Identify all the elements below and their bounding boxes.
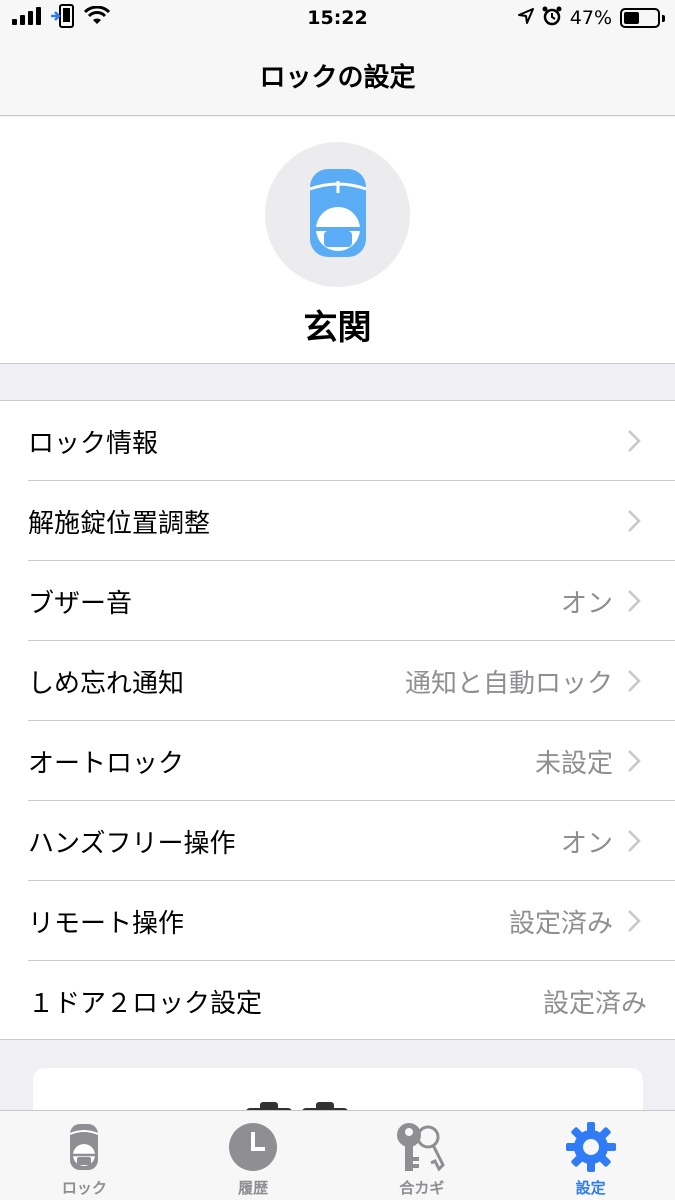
chevron-right-icon (627, 748, 647, 774)
status-right: 47% (517, 6, 665, 31)
tab-label: 設定 (575, 1179, 606, 1197)
setting-label: 解施錠位置調整 (28, 508, 211, 539)
nav-bar: ロックの設定 (0, 36, 675, 116)
setting-value: オン (560, 828, 613, 859)
tab-shared-keys[interactable]: 合カギ (338, 1111, 507, 1200)
tab-label: 合カギ (399, 1179, 445, 1197)
setting-label: ハンズフリー操作 (28, 828, 236, 859)
phone-call-icon (50, 3, 76, 33)
setting-row-remote[interactable]: リモート操作 設定済み (0, 881, 675, 961)
setting-row-autolock[interactable]: オートロック 未設定 (0, 721, 675, 801)
setting-label: オートロック (28, 748, 185, 779)
battery-icon (620, 8, 665, 28)
setting-label: しめ忘れ通知 (28, 668, 185, 699)
setting-value: 設定済み (508, 908, 613, 939)
setting-row-buzzer[interactable]: ブザー音 オン (0, 561, 675, 641)
wifi-icon (83, 5, 111, 31)
status-left (12, 3, 111, 33)
chevron-right-icon (627, 508, 647, 534)
tab-bar: ロック 履歴 合カギ 設定 (0, 1110, 675, 1200)
setting-value: 未設定 (534, 748, 613, 779)
location-arrow-icon (517, 7, 534, 29)
chevron-right-icon (627, 428, 647, 454)
tab-label: ロック (61, 1179, 107, 1197)
setting-label: ブザー音 (28, 588, 133, 619)
chevron-right-icon (627, 828, 647, 854)
device-name: 玄関 (303, 308, 372, 348)
setting-row-lock-info[interactable]: ロック情報 (0, 401, 675, 481)
setting-label: ロック情報 (28, 428, 159, 459)
setting-row-one-door-two-lock[interactable]: １ドア２ロック設定 設定済み (0, 961, 675, 1041)
page-title: ロックの設定 (259, 63, 416, 93)
device-avatar[interactable] (265, 142, 410, 287)
chevron-right-icon (627, 908, 647, 934)
device-header: 玄関 (0, 117, 675, 364)
settings-list: ロック情報 解施錠位置調整 ブザー音 オン しめ忘れ通知 通知と自動ロック オー… (0, 400, 675, 1040)
gear-icon (565, 1119, 617, 1175)
tab-settings[interactable]: 設定 (506, 1111, 675, 1200)
setting-row-handsfree[interactable]: ハンズフリー操作 オン (0, 801, 675, 881)
clock-icon (228, 1119, 278, 1175)
status-bar: 15:22 47% (0, 0, 675, 36)
setting-value: 設定済み (542, 988, 647, 1019)
setting-label: リモート操作 (28, 908, 185, 939)
tab-history[interactable]: 履歴 (169, 1111, 338, 1200)
setting-label: １ドア２ロック設定 (28, 988, 263, 1019)
smart-lock-icon (308, 167, 368, 263)
chevron-right-icon (627, 668, 647, 694)
tab-lock[interactable]: ロック (0, 1111, 169, 1200)
screen: 15:22 47% ロックの設定 玄関 ロック情報 解施錠位置調整 ブザー音 オ… (0, 0, 675, 1200)
battery-percent: 47% (569, 7, 612, 29)
keys-icon (395, 1119, 449, 1175)
signal-icon (12, 6, 42, 30)
setting-row-forget-notify[interactable]: しめ忘れ通知 通知と自動ロック (0, 641, 675, 721)
setting-row-position-adjust[interactable]: 解施錠位置調整 (0, 481, 675, 561)
setting-value: オン (560, 588, 613, 619)
setting-value: 通知と自動ロック (404, 668, 613, 699)
alarm-icon (542, 6, 562, 31)
tab-label: 履歴 (238, 1179, 269, 1197)
lock-device-icon (68, 1119, 100, 1175)
chevron-right-icon (627, 588, 647, 614)
